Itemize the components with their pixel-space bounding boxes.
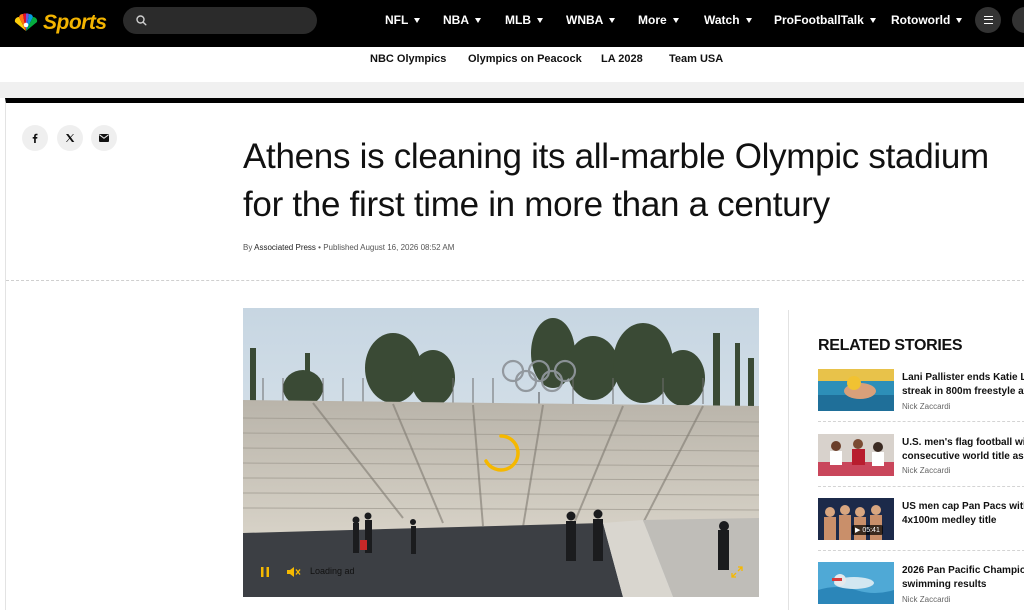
pause-icon[interactable] bbox=[259, 566, 271, 578]
story-title: Lani Pallister ends Katie Le streak in 8… bbox=[902, 371, 1024, 399]
search-input[interactable] bbox=[123, 7, 317, 34]
nav-item-label: ProFootballTalk bbox=[774, 13, 864, 27]
nav-item-watch[interactable]: Watch bbox=[704, 13, 752, 27]
loading-ad-text: Loading ad bbox=[310, 566, 355, 576]
story-title: U.S. men's flag football wir consecutive… bbox=[902, 436, 1024, 464]
story-thumbnail: ▶ 05:41 bbox=[818, 498, 894, 540]
olympics-subnav: NBC Olympics Olympics on Peacock LA 2028… bbox=[0, 47, 1024, 82]
top-nav: Sports NFL NBA MLB WNBA More Watch ProFo… bbox=[0, 0, 1024, 47]
nav-item-label: Watch bbox=[704, 13, 740, 27]
story-title-line: streak in 800m freestyle at bbox=[902, 386, 1024, 397]
account-button[interactable] bbox=[1012, 7, 1024, 33]
chevron-down-icon bbox=[956, 18, 963, 23]
search-icon bbox=[136, 15, 147, 26]
related-story[interactable]: U.S. men's flag football wir consecutive… bbox=[818, 434, 1024, 480]
article-headline: Athens is cleaning its all-marble Olympi… bbox=[243, 133, 1024, 229]
byline-author[interactable]: Associated Press bbox=[254, 243, 316, 252]
loading-spinner-icon bbox=[484, 434, 520, 472]
column-divider bbox=[788, 310, 789, 610]
headline-line-1: Athens is cleaning its all-marble Olympi… bbox=[243, 137, 989, 176]
logo-text: Sports bbox=[43, 11, 107, 34]
nav-item-label: MLB bbox=[505, 13, 531, 27]
chevron-down-icon bbox=[537, 18, 543, 23]
article-card: Athens is cleaning its all-marble Olympi… bbox=[5, 98, 1024, 610]
chevron-down-icon bbox=[475, 18, 481, 23]
related-story[interactable]: 2026 Pan Pacific Champion swimming resul… bbox=[818, 562, 1024, 608]
nav-item-label: NFL bbox=[385, 13, 409, 27]
x-icon bbox=[66, 134, 75, 142]
story-thumbnail bbox=[818, 369, 894, 411]
hamburger-icon bbox=[983, 16, 993, 24]
swimmer-thumbnail-image bbox=[818, 369, 894, 411]
nbc-sports-logo[interactable]: Sports bbox=[12, 8, 107, 38]
flag-football-thumbnail-image bbox=[818, 434, 894, 476]
story-divider bbox=[818, 486, 1024, 487]
swimming-thumbnail-image bbox=[818, 562, 894, 604]
video-duration-badge: ▶ 05:41 bbox=[852, 525, 883, 535]
story-title-line: U.S. men's flag football wir bbox=[902, 437, 1024, 448]
facebook-icon bbox=[32, 133, 38, 143]
menu-button[interactable] bbox=[975, 7, 1001, 33]
story-title-line: 4x100m medley title bbox=[902, 515, 997, 526]
chevron-down-icon bbox=[745, 18, 752, 23]
peacock-icon bbox=[14, 13, 38, 31]
subnav-item-la-2028[interactable]: LA 2028 bbox=[601, 53, 643, 65]
chevron-down-icon bbox=[609, 18, 616, 23]
nav-item-wnba[interactable]: WNBA bbox=[566, 13, 616, 27]
fullscreen-icon[interactable] bbox=[731, 566, 743, 578]
share-facebook-button[interactable] bbox=[22, 125, 48, 151]
nav-item-nba[interactable]: NBA bbox=[443, 13, 481, 27]
related-story[interactable]: Lani Pallister ends Katie Le streak in 8… bbox=[818, 369, 1024, 415]
story-title-line: US men cap Pan Pacs with bbox=[902, 501, 1024, 512]
nav-item-more[interactable]: More bbox=[638, 13, 679, 27]
publish-date: Published August 16, 2026 08:52 AM bbox=[323, 243, 455, 252]
chevron-down-icon bbox=[414, 18, 421, 23]
video-player[interactable]: Loading ad bbox=[243, 308, 759, 597]
story-title-line: consecutive world title as C bbox=[902, 451, 1024, 462]
share-email-button[interactable] bbox=[91, 125, 117, 151]
byline: By Associated Press • Published August 1… bbox=[243, 243, 454, 252]
mute-icon[interactable] bbox=[286, 566, 302, 578]
chevron-down-icon bbox=[672, 18, 679, 23]
nav-item-nfl[interactable]: NFL bbox=[385, 13, 421, 27]
story-thumbnail bbox=[818, 434, 894, 476]
nav-item-profootballtalk[interactable]: ProFootballTalk bbox=[774, 13, 876, 27]
nav-item-label: More bbox=[638, 13, 667, 27]
story-divider bbox=[818, 421, 1024, 422]
story-title: US men cap Pan Pacs with 4x100m medley t… bbox=[902, 500, 1024, 528]
nav-item-mlb[interactable]: MLB bbox=[505, 13, 543, 27]
story-author: Nick Zaccardi bbox=[902, 402, 951, 411]
related-stories-heading: RELATED STORIES bbox=[818, 337, 963, 354]
nav-item-label: WNBA bbox=[566, 13, 604, 27]
chevron-down-icon bbox=[869, 18, 876, 23]
story-title-line: 2026 Pan Pacific Champion bbox=[902, 565, 1024, 576]
headline-line-2: for the first time in more than a centur… bbox=[243, 185, 830, 224]
story-title-line: swimming results bbox=[902, 579, 987, 590]
byline-prefix: By bbox=[243, 243, 255, 252]
subnav-item-team-usa[interactable]: Team USA bbox=[669, 53, 723, 65]
story-title: 2026 Pan Pacific Champion swimming resul… bbox=[902, 564, 1024, 592]
share-x-button[interactable] bbox=[57, 125, 83, 151]
nav-item-label: NBA bbox=[443, 13, 469, 27]
subnav-item-olympics-on-peacock[interactable]: Olympics on Peacock bbox=[468, 53, 582, 65]
story-title-line: Lani Pallister ends Katie Le bbox=[902, 372, 1024, 383]
story-author: Nick Zaccardi bbox=[902, 595, 951, 604]
story-author: Nick Zaccardi bbox=[902, 466, 951, 475]
divider bbox=[6, 280, 1024, 281]
page-background-band bbox=[0, 82, 1024, 98]
mail-icon bbox=[99, 134, 109, 142]
story-thumbnail bbox=[818, 562, 894, 604]
story-divider bbox=[818, 550, 1024, 551]
nav-item-rotoworld[interactable]: Rotoworld bbox=[891, 13, 963, 27]
subnav-item-nbc-olympics[interactable]: NBC Olympics bbox=[370, 53, 446, 65]
nav-item-label: Rotoworld bbox=[891, 13, 951, 27]
related-story[interactable]: ▶ 05:41 US men cap Pan Pacs with 4x100m … bbox=[818, 498, 1024, 544]
